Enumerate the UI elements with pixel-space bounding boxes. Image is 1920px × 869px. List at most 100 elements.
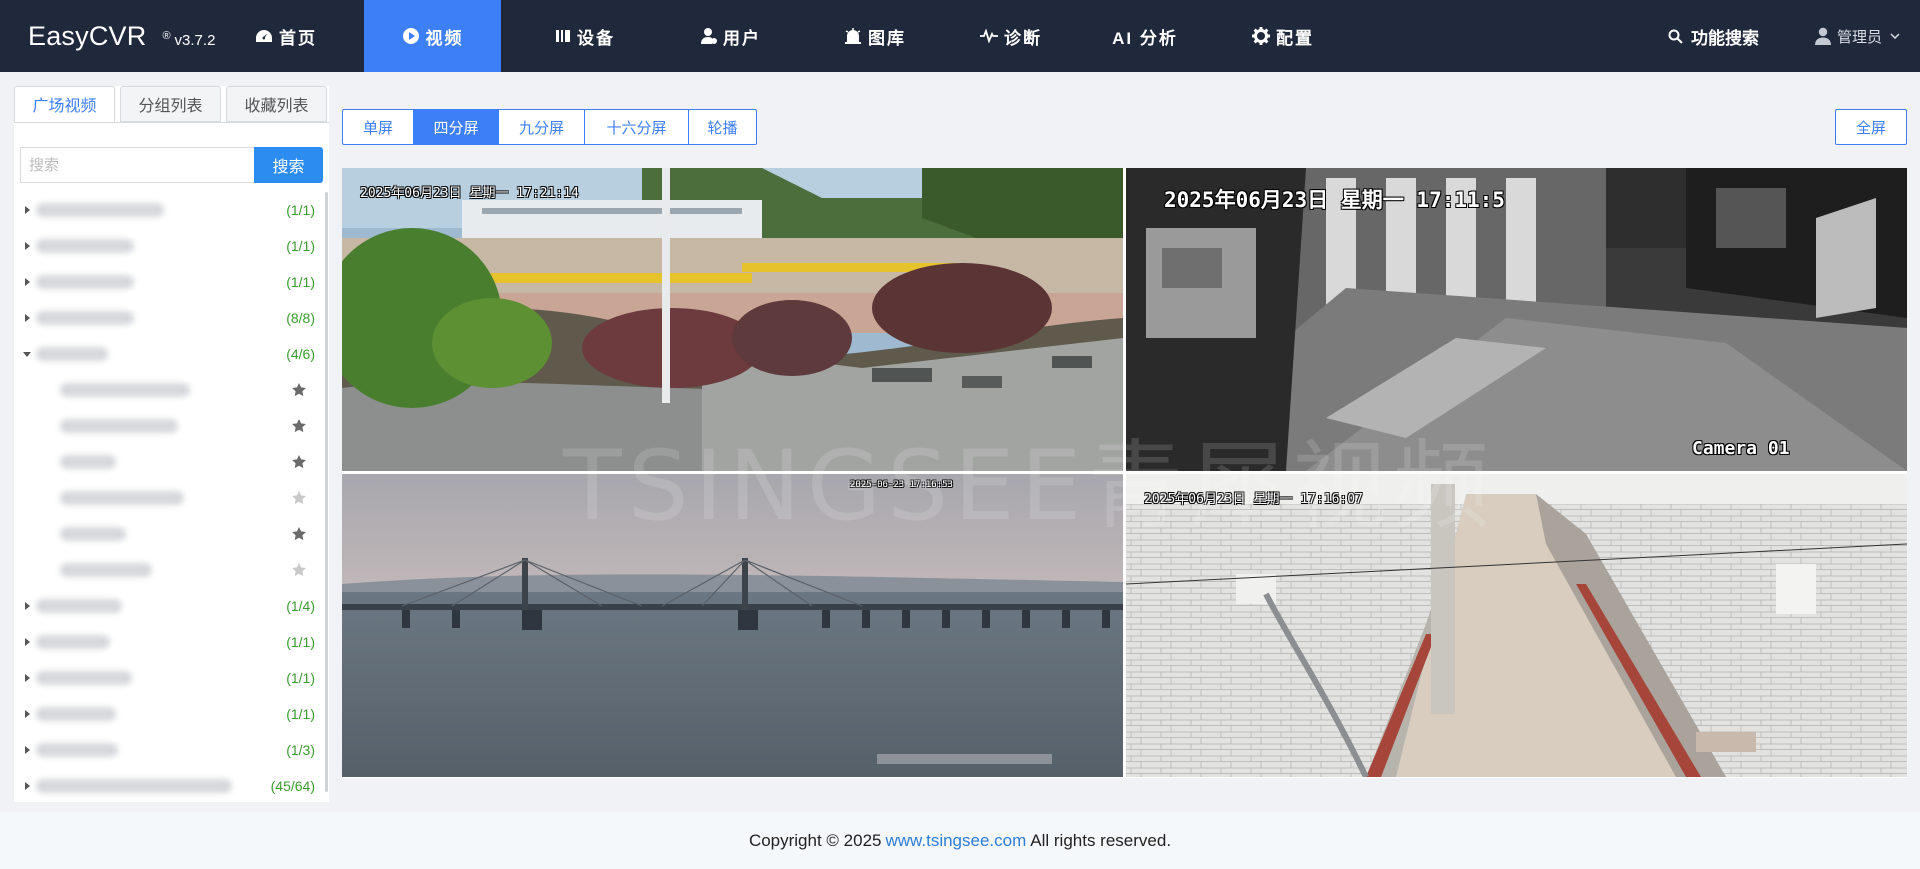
tree-item-label-redacted — [36, 599, 122, 613]
camera-feed-1 — [342, 168, 1123, 471]
tree-group-row[interactable]: (1/1) — [14, 192, 329, 228]
nav-diagnose-label: 诊断 — [1004, 28, 1042, 48]
version-text: v3.7.2 — [174, 31, 216, 49]
caret-down-icon[interactable] — [22, 349, 32, 359]
user-avatar-icon — [1814, 27, 1831, 45]
caret-right-icon[interactable] — [22, 241, 32, 251]
app-name: EasyCVR — [28, 20, 147, 51]
tree-channel-row[interactable] — [14, 408, 329, 444]
tree-group-row[interactable]: (1/1) — [14, 696, 329, 732]
nav-ai-analysis[interactable]: AI 分析 — [1080, 0, 1210, 72]
tree-item-label-redacted — [60, 383, 190, 397]
nav-device-label: 设备 — [577, 28, 615, 48]
sidebar-scrollbar[interactable] — [325, 192, 328, 792]
video-player-4[interactable]: 2025年06月23日 星期一 17:16:07 — [1126, 474, 1907, 777]
tree-item-label-redacted — [36, 635, 110, 649]
layout-nine-button[interactable]: 九分屏 — [499, 109, 585, 145]
feature-search-button[interactable]: 功能搜索 — [1668, 24, 1759, 49]
layout-carousel-button[interactable]: 轮播 — [689, 109, 757, 145]
caret-right-icon[interactable] — [22, 673, 32, 683]
tree-item-label-redacted — [60, 527, 126, 541]
footer-rights: All rights reserved. — [1030, 830, 1172, 850]
feature-search-label: 功能搜索 — [1690, 28, 1759, 48]
nav-diagnose[interactable]: 诊断 — [946, 0, 1076, 72]
tree-group-row[interactable]: (1/3) — [14, 732, 329, 768]
nav-home[interactable]: 首页 — [226, 0, 346, 72]
caret-right-icon[interactable] — [22, 637, 32, 647]
tree-group-row[interactable]: (4/6) — [14, 336, 329, 372]
layout-quad-button[interactable]: 四分屏 — [414, 109, 499, 145]
search-input[interactable] — [20, 147, 254, 183]
search-button[interactable]: 搜索 — [254, 147, 323, 183]
video-player-3[interactable]: 2025-06-23 17:16:53 — [342, 474, 1123, 777]
nav-user[interactable]: 用户 — [666, 0, 796, 72]
chevron-down-icon — [1890, 33, 1900, 39]
footer-link[interactable]: www.tsingsee.com — [885, 831, 1026, 851]
nav-video[interactable]: 视频 — [364, 0, 501, 72]
footer: Copyright © 2025 www.tsingsee.com All ri… — [0, 812, 1920, 869]
online-count: (1/1) — [286, 202, 315, 218]
nav-config[interactable]: 配置 — [1218, 0, 1348, 72]
favorite-star-icon[interactable] — [291, 382, 307, 398]
top-navbar: EasyCVR ® v3.7.2 首页 视频 设备 用户 图库 诊断 AI 分析 … — [0, 0, 1920, 72]
tree-group-row[interactable]: (1/1) — [14, 660, 329, 696]
tree-group-row[interactable]: (8/8) — [14, 300, 329, 336]
tree-channel-row[interactable] — [14, 552, 329, 588]
caret-right-icon[interactable] — [22, 601, 32, 611]
favorite-star-icon[interactable] — [291, 562, 307, 578]
tree-item-label-redacted — [60, 455, 116, 469]
caret-right-icon[interactable] — [22, 781, 32, 791]
nav-device[interactable]: 设备 — [520, 0, 650, 72]
video-player-2[interactable]: 2025年06月23日 星期一 17:11:5 Camera 01 — [1126, 168, 1907, 471]
tree-group-row[interactable]: (1/1) — [14, 228, 329, 264]
online-count: (8/8) — [286, 310, 315, 326]
tab-group-list[interactable]: 分组列表 — [120, 86, 221, 122]
video-grid: 2025年06月23日 星期一 17:21:14 2025年06月23日 星期一… — [342, 168, 1907, 778]
tree-group-row[interactable]: (1/4) — [14, 588, 329, 624]
dashboard-icon — [256, 30, 272, 42]
tree-item-label-redacted — [36, 671, 132, 685]
nav-video-label: 视频 — [425, 28, 464, 48]
tree-group-row[interactable]: (1/1) — [14, 624, 329, 660]
gallery-icon — [845, 28, 861, 44]
search-icon — [1668, 29, 1683, 44]
tree-group-row[interactable]: (45/64) — [14, 768, 329, 804]
tree-item-label-redacted — [36, 203, 164, 217]
nav-gallery-label: 图库 — [868, 28, 906, 48]
caret-right-icon[interactable] — [22, 205, 32, 215]
online-count: (4/6) — [286, 346, 315, 362]
caret-right-icon[interactable] — [22, 745, 32, 755]
tree-group-row[interactable]: (1/1) — [14, 264, 329, 300]
gear-icon — [1252, 27, 1270, 45]
favorite-star-icon[interactable] — [291, 418, 307, 434]
tree-channel-row[interactable] — [14, 480, 329, 516]
tree-item-label-redacted — [60, 491, 184, 505]
caret-right-icon[interactable] — [22, 313, 32, 323]
osd-camera-label-2: Camera 01 — [1692, 438, 1790, 459]
favorite-star-icon[interactable] — [291, 454, 307, 470]
caret-right-icon[interactable] — [22, 277, 32, 287]
caret-right-icon[interactable] — [22, 709, 32, 719]
user-menu[interactable]: 管理员 — [1814, 26, 1906, 47]
fullscreen-button[interactable]: 全屏 — [1835, 109, 1907, 145]
tab-square-video[interactable]: 广场视频 — [14, 86, 115, 122]
tree-channel-row[interactable] — [14, 516, 329, 552]
online-count: (1/1) — [286, 706, 315, 722]
tree-channel-row[interactable] — [14, 372, 329, 408]
user-icon — [701, 28, 717, 44]
tab-favorites[interactable]: 收藏列表 — [226, 86, 327, 122]
layout-single-button[interactable]: 单屏 — [342, 109, 414, 145]
nav-home-label: 首页 — [279, 28, 317, 48]
sidebar: 广场视频 分组列表 收藏列表 搜索 (1/1) (1/1) (1/1) (8/8) (4… — [14, 86, 329, 802]
tree-channel-row[interactable] — [14, 444, 329, 480]
tree-item-label-redacted — [60, 419, 178, 433]
nav-gallery[interactable]: 图库 — [810, 0, 940, 72]
tree-item-label-redacted — [36, 743, 118, 757]
osd-timestamp-2: 2025年06月23日 星期一 17:11:5 — [1164, 188, 1505, 212]
video-player-1[interactable]: 2025年06月23日 星期一 17:21:14 — [342, 168, 1123, 471]
online-count: (1/1) — [286, 238, 315, 254]
favorite-star-icon[interactable] — [291, 526, 307, 542]
layout-sixteen-button[interactable]: 十六分屏 — [585, 109, 689, 145]
favorite-star-icon[interactable] — [291, 490, 307, 506]
device-tree: (1/1) (1/1) (1/1) (8/8) (4/6) (1/4) (1/1) (1/1)… — [14, 192, 329, 804]
